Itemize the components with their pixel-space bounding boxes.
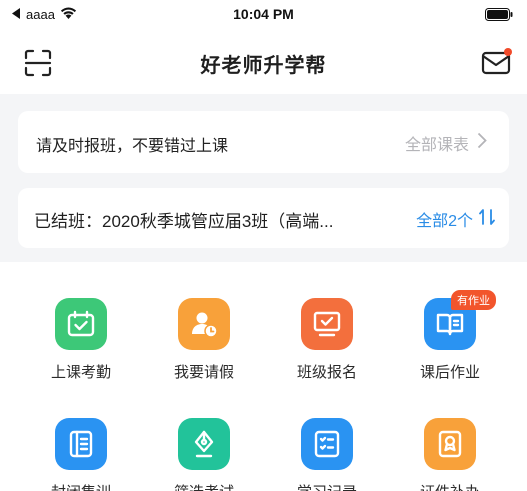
status-bar: aaaa 10:04 PM (0, 0, 527, 30)
all-schedule-link[interactable]: 全部课表 (405, 131, 487, 155)
battery-icon (485, 8, 513, 24)
class-signup-icon (301, 298, 353, 350)
homework-badge: 有作业 (451, 290, 496, 310)
grid-label: 学习记录 (272, 481, 382, 491)
feature-grid: 上课考勤 我要请假 班级报名 有作业 课后作业 (0, 262, 527, 491)
schedule-notice-card[interactable]: 请及时报班，不要错过上课 全部课表 (18, 111, 509, 173)
study-record-icon (301, 418, 353, 470)
grid-label: 班级报名 (296, 364, 357, 381)
grid-item-leave[interactable]: 我要请假 (149, 298, 259, 382)
page-title: 好老师升学帮 (200, 55, 327, 77)
grid-item-class-signup[interactable]: 班级报名 (272, 298, 382, 382)
exam-icon (178, 418, 230, 470)
grid-label: 上课考勤 (50, 364, 111, 381)
grid-label: 筛选考试 (149, 481, 259, 491)
messages-button[interactable] (481, 48, 512, 76)
certificate-icon (424, 418, 476, 470)
class-status-card[interactable]: 已结班：2020秋季城管应届3班（高端... 全部2个 (18, 188, 509, 248)
nav-bar: 好老师升学帮 (0, 30, 527, 94)
grid-item-training[interactable]: 封闭集训 (26, 418, 136, 491)
grid-label: 我要请假 (173, 364, 234, 381)
notice-text: 请及时报班，不要错过上课 (36, 138, 229, 155)
grid-item-study-record[interactable]: 学习记录 (272, 418, 382, 491)
grid-label: 封闭集训 (26, 481, 136, 491)
grid-label: 证件补办 (395, 481, 505, 491)
sort-icon (479, 208, 495, 231)
leave-request-icon (178, 298, 230, 350)
mail-icon (481, 51, 511, 80)
grid-item-exam[interactable]: 筛选考试 (149, 418, 259, 491)
chevron-right-icon (477, 132, 487, 154)
training-icon (55, 418, 107, 470)
app-screen: aaaa 10:04 PM 好老师升学帮 请及时报班，不要错过上课 全部课表 已… (0, 0, 527, 491)
class-status-text: 已结班：2020秋季城管应届3班（高端... (34, 212, 334, 231)
all-classes-label: 全部2个 (416, 213, 473, 230)
all-schedule-label: 全部课表 (404, 137, 469, 154)
grid-item-homework[interactable]: 有作业 课后作业 (395, 290, 505, 382)
unread-dot (504, 48, 512, 56)
grid-item-certificate[interactable]: 证件补办 (395, 418, 505, 491)
all-classes-link[interactable]: 全部2个 (416, 207, 495, 231)
grid-item-attendance[interactable]: 上课考勤 (26, 298, 136, 382)
grid-label: 课后作业 (419, 364, 480, 381)
attendance-icon (55, 298, 107, 350)
status-time: 10:04 PM (233, 6, 294, 22)
